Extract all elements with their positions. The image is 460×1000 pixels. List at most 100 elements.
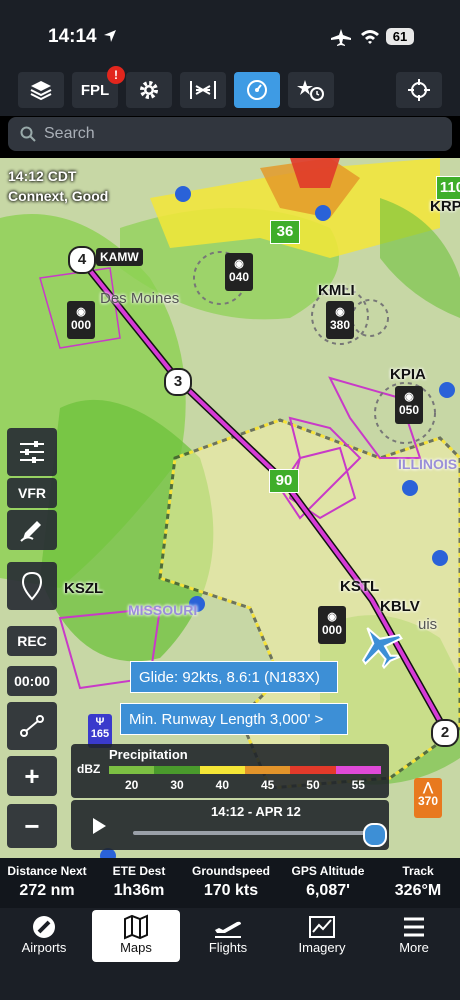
draw-button[interactable] <box>7 510 57 550</box>
airport-tag[interactable]: ◉ 380 <box>326 301 354 339</box>
stat-title: ETE Dest <box>112 864 166 878</box>
record-button[interactable]: REC <box>7 626 57 656</box>
pirep-marker[interactable]: Ψ 165 <box>88 714 112 748</box>
legend-unit: dBZ <box>77 762 101 776</box>
recents-button[interactable] <box>288 72 334 108</box>
legend-swatch <box>335 766 381 774</box>
search-icon <box>20 126 36 142</box>
legend-title: Precipitation <box>109 747 188 762</box>
airport-elevation: 000 <box>321 623 343 637</box>
status-bar: 14:14 61 <box>0 0 460 70</box>
route-edit-button[interactable] <box>7 702 57 750</box>
airport-label[interactable]: KRP <box>430 198 460 215</box>
airport-icon <box>33 916 55 938</box>
waypoint-marker[interactable]: 2 <box>431 719 459 747</box>
airport-elevation: 040 <box>228 270 250 284</box>
tab-imagery[interactable]: Imagery <box>278 910 366 962</box>
city-label: Des Moines <box>100 290 180 307</box>
stat-title: GPS Altitude <box>291 864 365 878</box>
crosshair-icon <box>408 79 430 101</box>
airport-tag[interactable]: ◉ 050 <box>395 386 423 424</box>
tab-label: Airports <box>21 940 67 955</box>
overlay-time: 14:12 CDT <box>8 168 77 184</box>
zoom-out-button[interactable]: − <box>7 804 57 848</box>
layers-button[interactable] <box>18 72 64 108</box>
search-bar[interactable]: Search <box>8 117 452 151</box>
clock: 14:14 <box>48 26 97 47</box>
stat-value: 326°M <box>394 882 442 899</box>
plane-takeoff-icon <box>215 921 241 938</box>
state-label: ILLINOIS <box>398 456 458 472</box>
eye-icon: ◉ <box>76 306 86 318</box>
airport-elevation: 000 <box>70 318 92 332</box>
stat-track: Track 326°M <box>380 864 456 900</box>
timeline-scrubber[interactable] <box>363 823 387 847</box>
pirep-marker[interactable]: ⋀ 370 <box>414 778 442 818</box>
icing-icon: Ψ <box>95 716 105 728</box>
star-clock-icon <box>297 80 324 101</box>
vertical-profile-icon <box>190 81 216 99</box>
map-icon <box>124 914 148 940</box>
airport-label[interactable]: KMLI <box>318 282 355 299</box>
waypoint-marker[interactable]: 3 <box>164 368 192 396</box>
battery-indicator: 61 <box>386 28 414 45</box>
min-runway-callout[interactable]: Min. Runway Length 3,000' > <box>120 703 348 735</box>
stat-title: Track <box>402 864 434 878</box>
glide-info-callout[interactable]: Glide: 92kts, 8.6:1 (N183X) <box>130 661 338 693</box>
instruments-button[interactable] <box>234 72 280 108</box>
tab-flights[interactable]: Flights <box>184 910 272 962</box>
airport-label[interactable]: KSZL <box>64 580 103 597</box>
record-timer: 00:00 <box>7 666 57 696</box>
overlay-connection: Connext, Good <box>8 188 109 204</box>
airport-label[interactable]: KPIA <box>390 366 426 383</box>
legend-swatch <box>244 766 291 774</box>
tab-bar: Airports Maps Flights Imagery More <box>0 908 460 1000</box>
sliders-icon <box>20 441 44 463</box>
airport-elevation: 380 <box>329 318 351 332</box>
pirep-altitude: 370 <box>417 794 439 808</box>
tab-more[interactable]: More <box>370 910 458 962</box>
eye-icon: ◉ <box>404 391 414 403</box>
timeline-label: 14:12 - APR 12 <box>211 804 301 819</box>
pin-button[interactable] <box>7 562 57 610</box>
gauge-icon <box>247 80 267 100</box>
center-location-button[interactable] <box>396 72 442 108</box>
airport-tag[interactable]: ◉ 000 <box>67 301 95 339</box>
radar-timeline: 14:12 - APR 12 <box>71 800 389 850</box>
stat-groundspeed: Groundspeed 170 kts <box>186 864 276 900</box>
timeline-track[interactable] <box>133 831 373 835</box>
vfr-chart-button[interactable]: VFR <box>7 478 57 508</box>
settings-button[interactable] <box>126 72 172 108</box>
pirep-altitude: 165 <box>90 728 110 740</box>
city-label: uis <box>418 616 438 633</box>
map-view[interactable]: 14:12 CDT Connext, Good 4 3 2 KAMW KMLI … <box>0 158 460 858</box>
waypoint-marker[interactable]: 4 <box>68 246 96 274</box>
airport-label[interactable]: KBLV <box>380 598 420 615</box>
zoom-in-button[interactable]: + <box>7 756 57 796</box>
tab-label: More <box>399 940 429 955</box>
freezing-level-marker: 36 <box>270 220 300 244</box>
fpl-alert-badge: ! <box>107 66 125 84</box>
fpl-button[interactable]: FPL ! <box>72 66 125 108</box>
legend-swatch <box>290 766 336 774</box>
instrument-strip[interactable]: Distance Next 272 nm ETE Dest 1h36m Ground… <box>0 858 460 908</box>
map-settings-button[interactable] <box>7 428 57 476</box>
tab-maps[interactable]: Maps <box>92 910 180 962</box>
freezing-level-marker: 90 <box>269 469 299 493</box>
play-icon <box>93 818 106 834</box>
state-label: MISSOURI <box>128 602 198 618</box>
airport-label[interactable]: KAMW <box>96 248 143 266</box>
legend-values: 20 30 40 45 50 55 <box>109 778 381 792</box>
airport-label[interactable]: KSTL <box>340 578 379 595</box>
legend-swatch <box>109 766 155 774</box>
profile-view-button[interactable] <box>180 72 226 108</box>
airport-tag[interactable]: ◉ 000 <box>318 606 346 644</box>
route-icon <box>20 715 44 737</box>
tab-airports[interactable]: Airports <box>0 910 88 962</box>
menu-icon <box>404 917 424 937</box>
freezing-level-marker: 110 <box>436 176 460 200</box>
legend-color-scale <box>109 766 381 774</box>
airport-tag[interactable]: ◉ 040 <box>225 253 253 291</box>
tab-label: Maps <box>120 940 152 955</box>
play-button[interactable] <box>79 810 119 842</box>
